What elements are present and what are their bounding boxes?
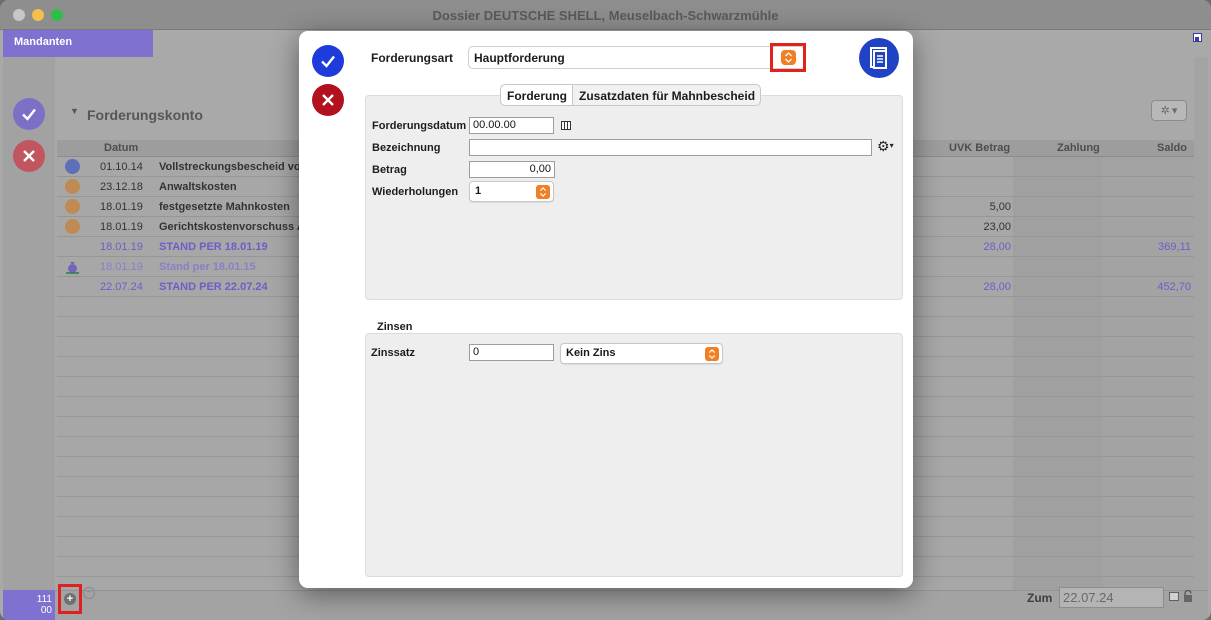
- forderungsdatum-label: Forderungsdatum: [372, 120, 467, 132]
- betrag-field[interactable]: 0,00: [469, 161, 555, 178]
- row-description: Anwaltskosten: [159, 181, 237, 193]
- row-uvk: 23,00: [983, 221, 1011, 233]
- calendar-icon[interactable]: [1169, 592, 1179, 601]
- settings-menu-button[interactable]: ✲ ▾: [1151, 100, 1187, 121]
- zins-type-value: Kein Zins: [566, 347, 616, 359]
- zinssatz-field[interactable]: 0: [469, 344, 554, 361]
- bg-cancel-button[interactable]: [13, 140, 45, 172]
- bezeichnung-field[interactable]: [469, 139, 872, 156]
- zum-date-field[interactable]: 22.07.24: [1059, 587, 1164, 608]
- fee-icon: [65, 199, 80, 214]
- zins-type-select[interactable]: Kein Zins: [560, 343, 723, 364]
- window-title: Dossier DEUTSCHE SHELL, Meuselbach-Schwa…: [432, 8, 779, 23]
- vertical-scrollbar[interactable]: [1194, 57, 1208, 590]
- document-button[interactable]: [859, 38, 899, 78]
- zum-label: Zum: [1027, 591, 1053, 605]
- row-description: STAND PER 22.07.24: [159, 281, 268, 293]
- gear-icon: ⚙: [877, 138, 890, 154]
- left-column: [3, 57, 55, 590]
- checkmark-icon: [321, 55, 335, 68]
- stepper-icon: [705, 347, 719, 361]
- record-count: 111 00: [3, 590, 55, 620]
- row-description: Gerichtskostenvorschuss A: [159, 221, 299, 233]
- row-description: festgesetzte Mahnkosten: [159, 201, 290, 213]
- header-saldo[interactable]: Saldo: [1157, 142, 1187, 154]
- row-date: 18.01.19: [100, 241, 143, 253]
- window-layout-icon[interactable]: [1193, 33, 1202, 42]
- mandanten-tab[interactable]: Mandanten: [3, 30, 153, 57]
- row-date: 18.01.19: [100, 221, 143, 233]
- row-description: Stand per 18.01.15: [159, 261, 256, 273]
- document-icon: [65, 159, 80, 174]
- lock-icon[interactable]: [1183, 589, 1193, 602]
- remove-entry-button[interactable]: −: [83, 587, 95, 599]
- forderungsart-stepper-highlight[interactable]: [770, 43, 806, 72]
- row-date: 18.01.19: [100, 261, 143, 273]
- bg-confirm-button[interactable]: [13, 98, 45, 130]
- tab-zusatzdaten[interactable]: Zusatzdaten für Mahnbescheid: [573, 85, 760, 105]
- stepper-icon[interactable]: [780, 50, 796, 65]
- wiederholungen-label: Wiederholungen: [372, 186, 459, 198]
- chevron-down-icon: ▾: [889, 141, 894, 150]
- header-datum[interactable]: Datum: [104, 142, 138, 154]
- money-bag-icon: [65, 259, 80, 274]
- zinsen-panel: [365, 333, 903, 577]
- gear-icon: ✲: [1160, 105, 1170, 117]
- bezeichnung-label: Bezeichnung: [372, 142, 441, 154]
- checkmark-icon: [22, 108, 36, 121]
- dialog-tabs: Forderung Zusatzdaten für Mahnbescheid: [500, 84, 762, 106]
- cancel-button[interactable]: [312, 84, 344, 116]
- calendar-icon[interactable]: [561, 121, 571, 130]
- chevron-down-icon: ▾: [1171, 105, 1178, 117]
- row-uvk: 5,00: [989, 201, 1011, 213]
- title-bar: Dossier DEUTSCHE SHELL, Meuselbach-Schwa…: [0, 0, 1211, 30]
- zinsen-section-label: Zinsen: [377, 321, 413, 333]
- tab-forderung[interactable]: Forderung: [501, 85, 573, 105]
- betrag-label: Betrag: [372, 164, 407, 176]
- row-uvk: 28,00: [983, 241, 1011, 253]
- row-saldo: 452,70: [1157, 281, 1191, 293]
- row-date: 01.10.14: [100, 161, 143, 173]
- row-description: STAND PER 18.01.19: [159, 241, 268, 253]
- row-uvk: 28,00: [983, 281, 1011, 293]
- close-icon: [322, 94, 334, 106]
- forderungsart-label: Forderungsart: [371, 51, 454, 65]
- header-zahlung[interactable]: Zahlung: [1057, 142, 1100, 154]
- forderung-dialog: Forderungsart Hauptforderung Forderung Z…: [299, 31, 913, 588]
- add-entry-button[interactable]: +: [58, 584, 82, 614]
- wiederholungen-value: 1: [475, 185, 482, 197]
- stepper-icon: [536, 185, 550, 199]
- forderungsdatum-field[interactable]: 00.00.00: [469, 117, 554, 134]
- bezeichnung-gear-menu[interactable]: ⚙▾: [877, 138, 894, 155]
- record-count-value: 111: [36, 594, 52, 605]
- row-description: Vollstreckungsbescheid vo: [159, 161, 299, 173]
- disclosure-triangle-icon[interactable]: ▼: [70, 106, 79, 116]
- fee-icon: [65, 219, 80, 234]
- row-date: 18.01.19: [100, 201, 143, 213]
- row-date: 23.12.18: [100, 181, 143, 193]
- document-stack-icon: [870, 47, 887, 69]
- header-uvk-betrag[interactable]: UVK Betrag: [949, 142, 1010, 154]
- confirm-button[interactable]: [312, 45, 344, 77]
- lawyer-icon: [65, 179, 80, 194]
- close-icon: [23, 150, 35, 162]
- row-date: 22.07.24: [100, 281, 143, 293]
- record-count-sub: 00: [40, 605, 52, 616]
- section-title: Forderungskonto: [87, 107, 203, 123]
- row-saldo: 369,11: [1158, 241, 1191, 253]
- plus-icon: +: [64, 593, 76, 605]
- wiederholungen-select[interactable]: 1: [469, 181, 554, 202]
- forderungsart-select[interactable]: Hauptforderung: [468, 46, 805, 69]
- zinssatz-label: Zinssatz: [371, 347, 416, 359]
